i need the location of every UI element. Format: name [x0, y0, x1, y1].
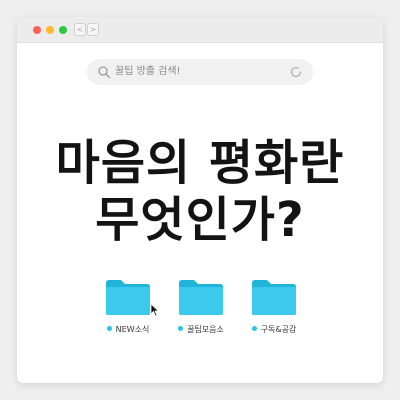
- forward-button[interactable]: >: [87, 23, 99, 36]
- close-button[interactable]: [33, 26, 41, 34]
- cursor-icon: [150, 303, 160, 317]
- search-bar[interactable]: 꿀팁 방출 검색!: [87, 59, 313, 85]
- search-icon: [98, 66, 111, 79]
- label-dot: [178, 326, 184, 331]
- folder-label: 구독&공감: [234, 324, 314, 336]
- back-button[interactable]: <: [74, 23, 86, 36]
- search-text: 꿀팁 방출 검색!: [115, 66, 181, 77]
- folder-label: 꿀팁모음소: [161, 324, 241, 336]
- label-dot: [106, 326, 112, 331]
- folder-label: NEW소식: [88, 324, 168, 336]
- label-dot: [251, 326, 257, 331]
- zoom-button[interactable]: [59, 26, 67, 34]
- headline-line-2: 무엇인가?: [95, 192, 305, 248]
- minimize-button[interactable]: [46, 26, 54, 34]
- folder-new-news[interactable]: NEW소식: [88, 275, 168, 345]
- headline-line-1: 마음의 평화란: [55, 135, 345, 191]
- folder-label-text: 구독&공감: [260, 325, 297, 334]
- headline: 마음의 평화란 무엇인가?: [17, 135, 383, 249]
- folder-label-text: NEW소식: [115, 325, 150, 334]
- folder-icon: [179, 280, 223, 315]
- folder-icon: [106, 280, 150, 315]
- folder-icon: [252, 280, 296, 315]
- browser-window: < > 꿀팁 방출 검색! 마음의 평화란 무엇인가? NEW소식 꿀팁모음소: [17, 17, 383, 383]
- refresh-icon[interactable]: [289, 65, 303, 79]
- folder-tips[interactable]: 꿀팁모음소: [161, 275, 241, 345]
- folder-label-text: 꿀팁모음소: [187, 325, 224, 334]
- folder-subscribe[interactable]: 구독&공감: [234, 275, 314, 345]
- title-bar: < >: [17, 17, 383, 43]
